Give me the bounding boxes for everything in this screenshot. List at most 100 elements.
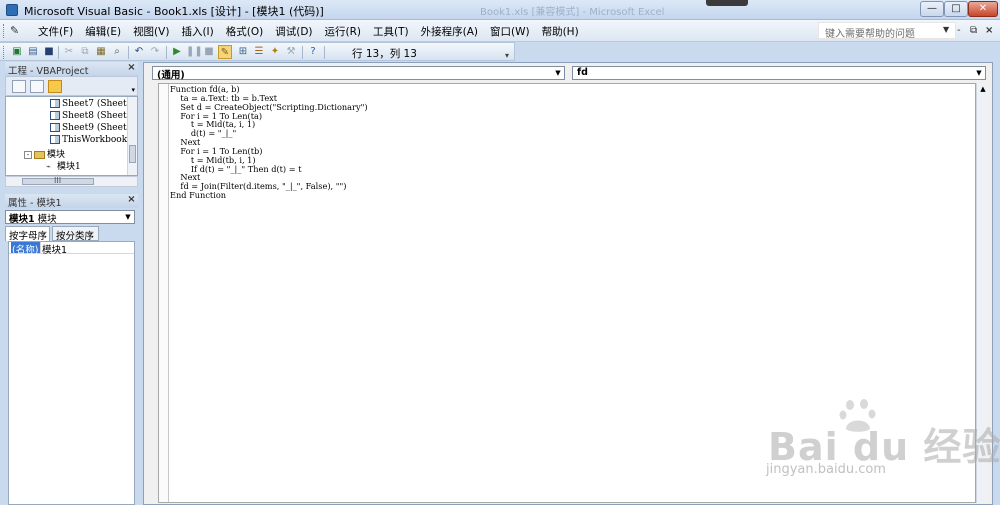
code-editor[interactable]: Function fd(a, b) ta = a.Text: tb = b.Te… [158,83,976,503]
menu-format[interactable]: 格式(O) [220,24,269,39]
menu-items: 文件(F) 编辑(E) 视图(V) 插入(I) 格式(O) 调试(D) 运行(R… [32,24,585,39]
properties-object-select[interactable]: 模块1 模块 ▼ [5,210,135,225]
menu-insert[interactable]: 插入(I) [175,24,219,39]
menu-window[interactable]: 窗口(W) [484,24,536,39]
toolbar-separator [302,46,303,59]
sheet-icon [50,111,60,120]
vba-app-icon [6,4,18,16]
tree-item-sheet8[interactable]: Sheet8 (Sheet8) [50,111,136,122]
tree-item-sheet9[interactable]: Sheet9 (Sheet9) [50,123,136,134]
design-mode-icon[interactable]: ✎ [218,45,232,59]
copy-icon[interactable]: ⧉ [78,45,92,59]
run-icon[interactable]: ▶ [170,45,184,59]
project-pane-toolbar: ▾ [5,76,138,96]
find-icon[interactable]: ⌕ [110,45,124,59]
menu-file[interactable]: 文件(F) [32,24,79,39]
properties-tabs: 按字母序 按分类序 [5,226,135,242]
toolbar-options-icon[interactable]: ▾ [505,51,513,60]
code-vertical-scrollbar[interactable]: ▲ [976,83,988,503]
menu-edit[interactable]: 编辑(E) [79,24,127,39]
view-code-icon[interactable] [12,80,26,93]
tab-categorized[interactable]: 按分类序 [52,226,99,242]
chevron-down-icon[interactable]: ▼ [553,68,563,78]
title-bar: Microsoft Visual Basic - Book1.xls [设计] … [0,0,1000,20]
doc-restore-button[interactable]: ⧉ [970,25,977,36]
undo-icon[interactable]: ↶ [132,45,146,59]
chevron-down-icon[interactable]: ▼ [123,212,133,222]
toggle-folders-icon[interactable] [48,80,62,93]
property-value[interactable]: 模块1 [42,242,67,256]
menu-bar: ✎ 文件(F) 编辑(E) 视图(V) 插入(I) 格式(O) 调试(D) 运行… [0,20,1000,42]
tree-horizontal-scrollbar[interactable]: III [5,176,138,187]
chevron-down-icon[interactable]: ▼ [974,68,984,78]
property-name: (名称) [11,242,40,256]
properties-pane-title-text: 属性 - 模块1 [8,198,62,209]
chevron-down-icon[interactable]: ▼ [943,25,949,34]
doc-close-button[interactable]: × [985,25,993,36]
toolbar-grip[interactable] [3,46,6,59]
chevron-down-icon[interactable]: ▾ [131,86,135,94]
grid-divider [40,242,41,254]
properties-pane-title: 属性 - 模块1 × [5,194,138,209]
object-type: 模块 [37,214,57,225]
code-window: (通用) ▼ fd ▼ Function fd(a, b) ta = a.Tex… [143,62,993,505]
menu-debug[interactable]: 调试(D) [269,24,318,39]
properties-icon[interactable]: ☰ [252,45,266,59]
menu-run[interactable]: 运行(R) [319,24,368,39]
paste-icon[interactable]: ▦ [94,45,108,59]
code-text[interactable]: Function fd(a, b) ta = a.Text: tb = b.Te… [170,85,368,200]
view-object-icon[interactable] [30,80,44,93]
tree-item-modules-folder[interactable]: - 模块 [24,147,65,160]
collapse-icon[interactable]: - [24,150,32,159]
insert-module-icon[interactable]: ▤ [26,45,40,59]
menubar-grip[interactable] [3,24,6,38]
taskbar-peek [706,0,748,6]
tree-item-label: ThisWorkbook [62,135,128,145]
properties-pane-close-button[interactable]: × [126,195,137,206]
menu-help[interactable]: 帮助(H) [536,24,585,39]
tree-vertical-scrollbar[interactable] [127,97,137,175]
code-margin[interactable] [159,84,169,502]
scroll-up-icon[interactable]: ▲ [978,84,988,94]
object-browser-icon[interactable]: ✦ [268,45,282,59]
project-pane-close-button[interactable]: × [126,63,137,74]
procedure-select[interactable]: fd ▼ [572,66,986,80]
toolbar-separator [128,46,129,59]
excel-view-icon[interactable]: ▣ [10,45,24,59]
menu-view[interactable]: 视图(V) [127,24,175,39]
module-icon: ⌁ [46,162,51,171]
redo-icon[interactable]: ↷ [148,45,162,59]
toolbar-separator [166,46,167,59]
project-explorer-icon[interactable]: ⊞ [236,45,250,59]
background-window-title: Book1.xls [兼容模式] - Microsoft Excel [480,7,665,18]
tree-item-label: Sheet9 (Sheet9) [62,123,136,133]
object-name: 模块1 [9,214,35,225]
property-row[interactable]: (名称) 模块1 [9,242,134,256]
menu-tools[interactable]: 工具(T) [367,24,415,39]
scroll-grip-label: III [54,176,62,185]
window-close-button[interactable]: ✕ [968,1,998,17]
stop-icon[interactable]: ■ [202,45,216,59]
tab-alphabetic[interactable]: 按字母序 [5,226,50,242]
save-icon[interactable]: ■ [42,45,56,59]
tree-item-sheet7[interactable]: Sheet7 (Sheet7) [50,99,136,110]
toolbox-icon[interactable]: ⚒ [284,45,298,59]
vb-menu-icon[interactable]: ✎ [10,24,26,38]
tree-item-module1[interactable]: ⌁ 模块1 [46,159,81,172]
scroll-thumb[interactable] [129,145,136,163]
workbook-icon [50,135,60,144]
window-minimize-button[interactable]: — [920,1,944,17]
procedure-select-value: fd [577,67,588,78]
cursor-position: 行 13，列 13 [352,48,417,60]
help-search-input[interactable]: 键入需要帮助的问题 [818,22,956,40]
standard-toolbar: ▣ ▤ ■ ✂ ⧉ ▦ ⌕ ↶ ↷ ▶ ❚❚ ■ ✎ ⊞ ☰ ✦ ⚒ ? 行 1… [0,42,515,61]
doc-minimize-button[interactable]: - [957,25,961,36]
pause-icon[interactable]: ❚❚ [186,45,203,59]
cut-icon[interactable]: ✂ [62,45,76,59]
toolbar-separator [324,46,325,59]
object-select[interactable]: (通用) ▼ [152,66,565,81]
window-maximize-button[interactable]: □ [944,1,968,17]
menu-addins[interactable]: 外接程序(A) [415,24,484,39]
tree-item-thisworkbook[interactable]: ThisWorkbook [50,135,127,146]
help-icon[interactable]: ? [306,45,320,59]
